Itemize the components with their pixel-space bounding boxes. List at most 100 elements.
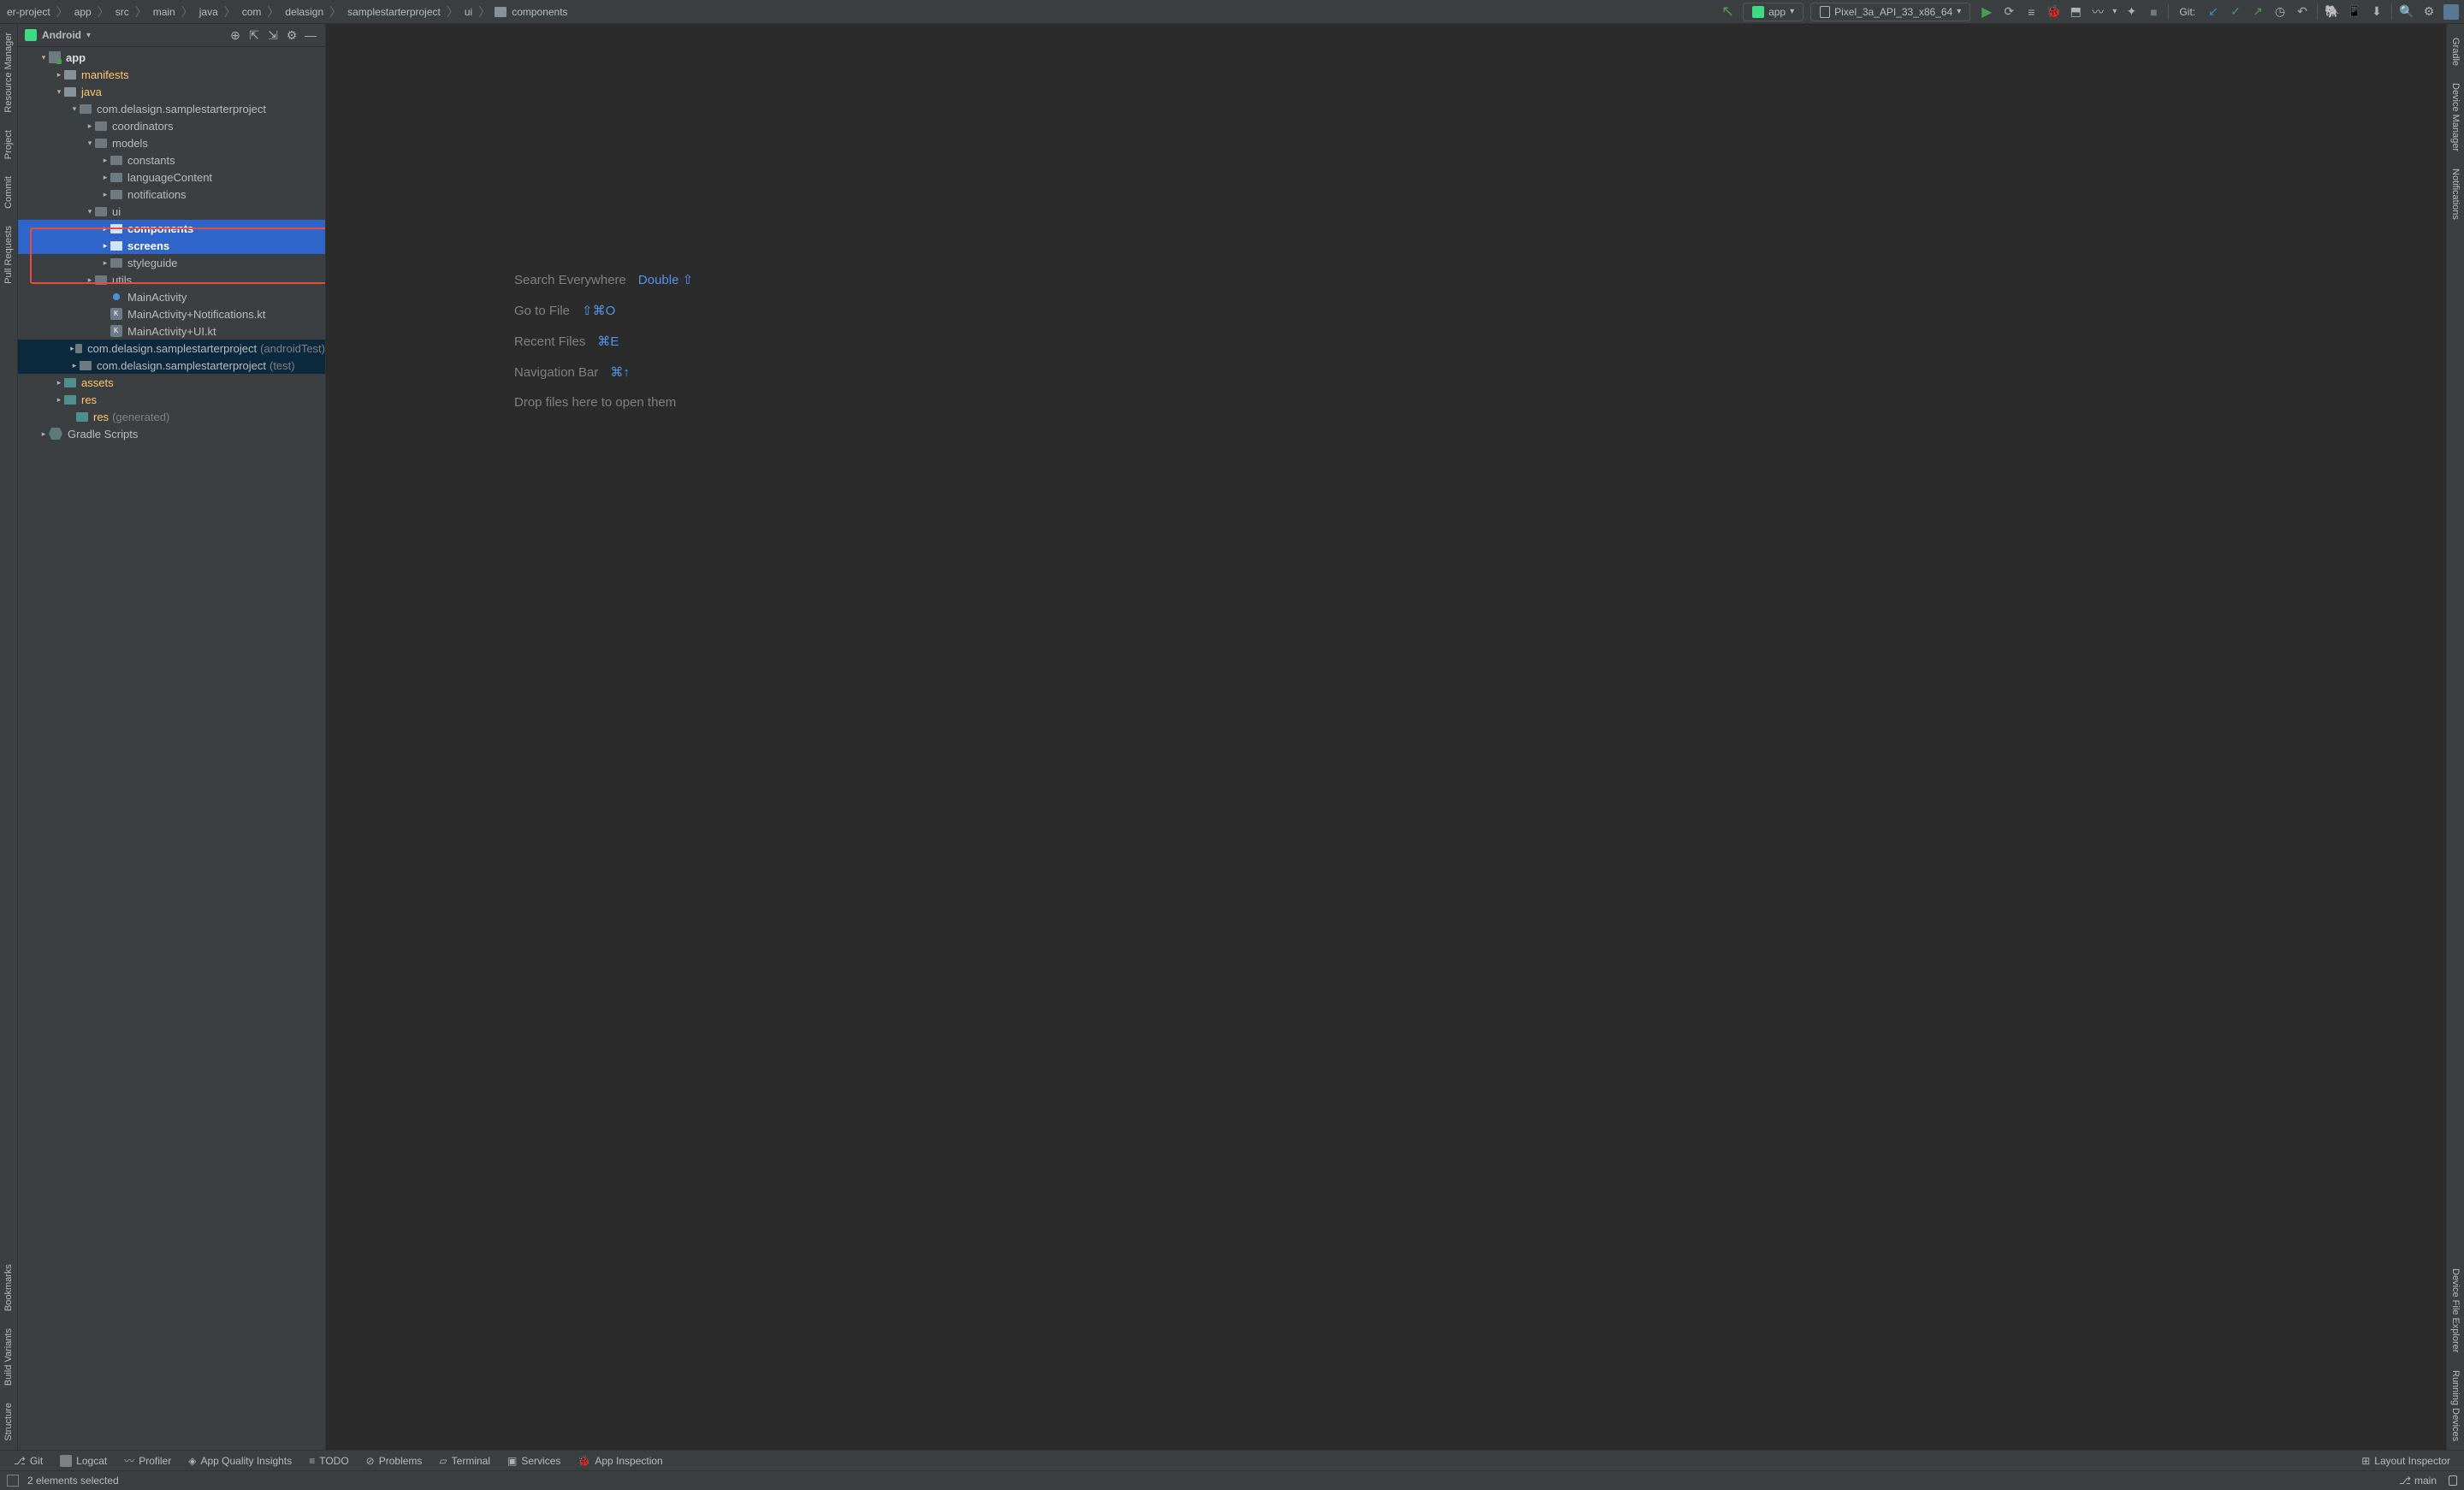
- tree-manifests[interactable]: ▸manifests: [18, 66, 325, 83]
- crumb-5[interactable]: com: [240, 6, 264, 18]
- tab-structure[interactable]: Structure: [2, 1394, 15, 1450]
- run-config-dropdown[interactable]: app ▾: [1743, 3, 1804, 21]
- btab-todo[interactable]: ≡TODO: [300, 1455, 357, 1467]
- kotlin-file-icon: [110, 308, 122, 320]
- folder-icon: [64, 87, 76, 97]
- git-update-icon[interactable]: ↙: [2206, 4, 2221, 20]
- run-button[interactable]: ▶: [1979, 4, 1994, 20]
- crumb-9[interactable]: components: [510, 6, 569, 18]
- select-file-icon[interactable]: ⊕: [228, 27, 243, 43]
- tree-constants[interactable]: ▸constants: [18, 151, 325, 169]
- debug-button[interactable]: 🐞: [2046, 4, 2061, 20]
- tree-pkg-test[interactable]: ▸com.delasign.samplestarterproject(test): [18, 357, 325, 374]
- tree-utils[interactable]: ▸utils: [18, 271, 325, 288]
- tree-app[interactable]: ▾app: [18, 49, 325, 66]
- tree-pkg-main[interactable]: ▾com.delasign.samplestarterproject: [18, 100, 325, 117]
- tab-notifications[interactable]: Notifications: [2449, 160, 2462, 228]
- tree-res[interactable]: ▸res: [18, 391, 325, 408]
- tree-notifications[interactable]: ▸notifications: [18, 186, 325, 203]
- tab-gradle[interactable]: Gradle: [2449, 29, 2462, 74]
- btab-services[interactable]: ▣Services: [499, 1455, 569, 1467]
- project-view-name[interactable]: Android: [42, 29, 81, 41]
- avd-icon[interactable]: 📱: [2347, 4, 2362, 20]
- git-push-icon[interactable]: ↗: [2250, 4, 2266, 20]
- folder-icon: [76, 412, 88, 422]
- tree-mainactivity-notifications[interactable]: ▸MainActivity+Notifications.kt: [18, 305, 325, 322]
- tree-assets[interactable]: ▸assets: [18, 374, 325, 391]
- package-icon: [80, 361, 92, 370]
- project-tree[interactable]: ▾app ▸manifests ▾java ▾com.delasign.samp…: [18, 47, 325, 1450]
- hide-icon[interactable]: —: [303, 27, 318, 43]
- crumb-3[interactable]: main: [151, 6, 177, 18]
- collapse-icon[interactable]: ⇲: [265, 27, 281, 43]
- crumb-6[interactable]: delasign: [283, 6, 325, 18]
- history-icon[interactable]: ◷: [2272, 4, 2288, 20]
- sync-icon[interactable]: 🐘: [2325, 4, 2340, 20]
- nav-back-icon[interactable]: ↖: [1721, 3, 1734, 21]
- tree-styleguide[interactable]: ▸styleguide: [18, 254, 325, 271]
- tree-java[interactable]: ▾java: [18, 83, 325, 100]
- crumb-0[interactable]: er-project: [5, 6, 52, 18]
- btab-app-inspection[interactable]: 🐞App Inspection: [569, 1455, 671, 1467]
- account-icon[interactable]: [2443, 4, 2459, 20]
- crumb-2[interactable]: src: [114, 6, 131, 18]
- tree-languagecontent[interactable]: ▸languageContent: [18, 169, 325, 186]
- sdk-icon[interactable]: ⬇: [2369, 4, 2384, 20]
- crumb-8[interactable]: ui: [463, 6, 474, 18]
- tab-commit[interactable]: Commit: [2, 168, 15, 217]
- editor-empty-state[interactable]: Search EverywhereDouble ⇧ Go to File⇧⌘O …: [326, 24, 2446, 1450]
- btab-git[interactable]: ⎇Git: [5, 1455, 51, 1467]
- tab-project[interactable]: Project: [2, 121, 15, 168]
- tree-mainactivity-ui[interactable]: ▸MainActivity+UI.kt: [18, 322, 325, 340]
- tab-device-file-explorer[interactable]: Device File Explorer: [2449, 1260, 2462, 1361]
- tree-mainactivity[interactable]: ▸MainActivity: [18, 288, 325, 305]
- tab-bookmarks[interactable]: Bookmarks: [2, 1256, 15, 1320]
- crumb-7[interactable]: samplestarterproject: [346, 6, 442, 18]
- folder-icon: [64, 378, 76, 387]
- btab-problems[interactable]: ⊘Problems: [358, 1455, 431, 1467]
- git-branch[interactable]: ⎇main: [2399, 1475, 2437, 1487]
- tree-models[interactable]: ▾models: [18, 134, 325, 151]
- tree-gradle-scripts[interactable]: ▸Gradle Scripts: [18, 425, 325, 442]
- btab-terminal[interactable]: ▱Terminal: [430, 1455, 499, 1467]
- btab-layout-inspector[interactable]: ⊞Layout Inspector: [2353, 1455, 2459, 1467]
- tree-components[interactable]: ▸components: [18, 220, 325, 237]
- tree-pkg-androidtest[interactable]: ▸com.delasign.samplestarterproject(andro…: [18, 340, 325, 357]
- tree-screens[interactable]: ▸screens: [18, 237, 325, 254]
- tab-running-devices[interactable]: Running Devices: [2449, 1362, 2462, 1450]
- device-dropdown[interactable]: Pixel_3a_API_33_x86_64 ▾: [1810, 3, 1970, 21]
- tab-pull-requests[interactable]: Pull Requests: [2, 217, 15, 293]
- coverage-icon[interactable]: ⬒: [2068, 4, 2083, 20]
- expand-icon[interactable]: ⇱: [246, 27, 262, 43]
- tree-coordinators[interactable]: ▸coordinators: [18, 117, 325, 134]
- lock-icon[interactable]: [2449, 1475, 2457, 1486]
- package-icon: [110, 258, 122, 268]
- rollback-icon[interactable]: ↶: [2295, 4, 2310, 20]
- package-icon: [95, 139, 107, 148]
- chevron-down-icon[interactable]: ▾: [86, 31, 91, 40]
- btab-profiler[interactable]: 〰Profiler: [116, 1453, 180, 1468]
- btab-app-quality[interactable]: ◈App Quality Insights: [180, 1455, 300, 1467]
- package-icon: [95, 121, 107, 131]
- git-commit-icon[interactable]: ✓: [2228, 4, 2243, 20]
- btab-logcat[interactable]: Logcat: [51, 1455, 116, 1467]
- settings-icon[interactable]: ⚙: [2421, 4, 2437, 20]
- tab-resource-manager[interactable]: Resource Manager: [2, 24, 15, 121]
- package-icon: [80, 104, 92, 114]
- profiler-icon[interactable]: 〰: [2090, 4, 2106, 20]
- status-icon[interactable]: [7, 1475, 19, 1487]
- tree-res-generated[interactable]: ▸res(generated): [18, 408, 325, 425]
- folder-icon: [64, 70, 76, 80]
- tree-ui[interactable]: ▾ui: [18, 203, 325, 220]
- tab-device-manager[interactable]: Device Manager: [2449, 74, 2462, 160]
- attach-debug-icon[interactable]: ✦: [2123, 4, 2139, 20]
- gear-icon[interactable]: ⚙: [284, 27, 299, 43]
- status-selected: 2 elements selected: [27, 1475, 119, 1487]
- tab-build-variants[interactable]: Build Variants: [2, 1320, 15, 1394]
- crumb-1[interactable]: app: [73, 6, 93, 18]
- search-icon[interactable]: 🔍: [2399, 4, 2414, 20]
- apply-changes-icon[interactable]: ⟳: [2001, 4, 2017, 20]
- apply-code-icon[interactable]: ≡: [2023, 4, 2039, 20]
- stop-button[interactable]: ■: [2146, 4, 2161, 20]
- crumb-4[interactable]: java: [198, 6, 220, 18]
